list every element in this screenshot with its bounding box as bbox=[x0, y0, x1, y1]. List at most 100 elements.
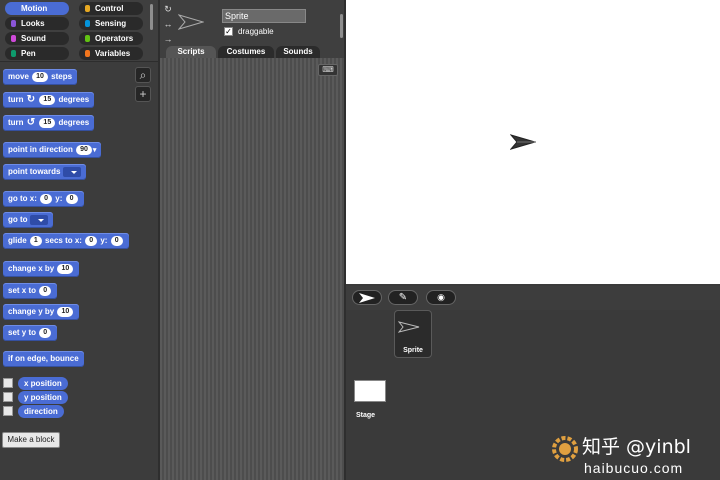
block-text: degrees bbox=[58, 118, 90, 128]
block-change-x[interactable]: change x by 10 bbox=[3, 261, 80, 277]
color-swatch bbox=[85, 20, 90, 27]
paint-new-sprite-button[interactable]: ✎ bbox=[388, 290, 418, 305]
reporter-x-position[interactable]: x position bbox=[18, 377, 68, 390]
direction-slot[interactable]: 90 bbox=[76, 144, 92, 155]
block-turn-right[interactable]: turn ↻ 15 degrees bbox=[3, 92, 95, 108]
category-pen[interactable]: Pen bbox=[5, 47, 69, 60]
sprite-name-field[interactable]: Sprite bbox=[222, 9, 306, 23]
category-looks[interactable]: Looks bbox=[5, 17, 69, 30]
watermark-url: haibucuo.com bbox=[584, 460, 684, 476]
number-slot[interactable]: 10 bbox=[32, 71, 48, 82]
scripting-area[interactable]: ⌨ bbox=[160, 58, 344, 480]
y-slot[interactable]: 0 bbox=[110, 235, 123, 246]
category-motion[interactable]: Motion bbox=[5, 2, 69, 15]
block-text: turn bbox=[8, 118, 24, 128]
block-text: y: bbox=[100, 236, 108, 245]
sprite-thumbnail-icon bbox=[178, 14, 204, 30]
category-scrollbar[interactable] bbox=[150, 4, 153, 30]
block-text: go to x: bbox=[8, 194, 37, 203]
make-a-block-button[interactable]: Make a block bbox=[2, 432, 60, 448]
block-move-steps[interactable]: move 10 steps bbox=[3, 69, 78, 85]
category-selector: Motion Control Looks Sensing Sound Opera… bbox=[0, 0, 158, 62]
block-go-to-xy[interactable]: go to x: 0 y: 0 bbox=[3, 191, 84, 207]
target-dropdown[interactable] bbox=[29, 214, 48, 225]
number-slot[interactable]: 15 bbox=[39, 118, 56, 128]
camera-sprite-button[interactable]: ◉ bbox=[426, 290, 456, 305]
block-text: change x by bbox=[8, 264, 55, 273]
tab-costumes[interactable]: Costumes bbox=[218, 46, 274, 58]
rotation-style-left-right-icon[interactable]: ↔ bbox=[163, 19, 173, 29]
color-swatch bbox=[85, 50, 90, 57]
block-text: steps bbox=[51, 72, 73, 81]
keyboard-icon[interactable]: ⌨ bbox=[318, 64, 338, 76]
category-operators[interactable]: Operators bbox=[79, 32, 143, 45]
stage-thumbnail[interactable] bbox=[354, 380, 386, 402]
reporter-direction[interactable]: direction bbox=[18, 405, 64, 418]
category-sound[interactable]: Sound bbox=[5, 32, 69, 45]
watch-toggle-y-position[interactable] bbox=[3, 392, 13, 402]
tab-sounds[interactable]: Sounds bbox=[276, 46, 320, 58]
watch-toggle-x-position[interactable] bbox=[3, 378, 13, 388]
block-turn-left[interactable]: turn ↺ 15 degrees bbox=[3, 115, 95, 131]
block-text: turn bbox=[8, 95, 24, 105]
color-swatch bbox=[11, 35, 16, 42]
block-point-towards[interactable]: point towards bbox=[3, 164, 86, 180]
number-slot[interactable]: 10 bbox=[57, 306, 74, 317]
category-sensing[interactable]: Sensing bbox=[79, 17, 143, 30]
header-scrollbar[interactable] bbox=[340, 14, 343, 38]
draggable-checkbox[interactable]: ✓ bbox=[224, 27, 233, 36]
block-text: if on edge, bounce bbox=[8, 354, 79, 363]
block-text: go to bbox=[8, 215, 28, 224]
block-glide[interactable]: glide 1 secs to x: 0 y: 0 bbox=[3, 233, 129, 249]
color-swatch bbox=[85, 35, 90, 42]
block-change-y[interactable]: change y by 10 bbox=[3, 304, 80, 320]
watch-toggle-direction[interactable] bbox=[3, 406, 13, 416]
chevron-down-icon[interactable]: ▾ bbox=[93, 147, 97, 154]
add-turtle-sprite-button[interactable] bbox=[352, 290, 382, 305]
block-set-y[interactable]: set y to 0 bbox=[3, 325, 58, 341]
number-slot[interactable]: 0 bbox=[39, 285, 52, 296]
y-slot[interactable]: 0 bbox=[65, 193, 78, 204]
category-control[interactable]: Control bbox=[79, 2, 143, 15]
x-slot[interactable]: 0 bbox=[40, 193, 53, 204]
category-label: Pen bbox=[21, 49, 36, 58]
block-text: change y by bbox=[8, 307, 55, 316]
block-text: set x to bbox=[8, 286, 37, 295]
number-slot[interactable]: 10 bbox=[57, 263, 74, 274]
block-if-on-edge-bounce[interactable]: if on edge, bounce bbox=[3, 351, 84, 367]
category-label: Operators bbox=[95, 34, 134, 43]
sprite-arrow-icon[interactable] bbox=[510, 134, 536, 150]
secs-slot[interactable]: 1 bbox=[29, 235, 42, 246]
reporter-y-position[interactable]: y position bbox=[18, 391, 68, 404]
block-text: glide bbox=[8, 236, 27, 245]
category-label: Motion bbox=[21, 4, 48, 13]
draggable-label: draggable bbox=[238, 27, 274, 36]
x-slot[interactable]: 0 bbox=[85, 235, 98, 246]
rotation-style-none-icon[interactable]: → bbox=[163, 34, 173, 44]
turtle-arrow-icon bbox=[359, 293, 375, 303]
stage-label: Stage bbox=[356, 412, 376, 419]
color-swatch bbox=[11, 5, 16, 12]
number-slot[interactable]: 15 bbox=[39, 95, 56, 105]
block-go-to[interactable]: go to bbox=[3, 212, 53, 228]
block-palette: Motion Control Looks Sensing Sound Opera… bbox=[0, 0, 158, 480]
block-text: move bbox=[8, 72, 29, 81]
rotation-style-can-rotate-icon[interactable]: ↻ bbox=[163, 4, 173, 14]
block-text: set y to bbox=[8, 328, 37, 337]
rotate-clockwise-icon: ↻ bbox=[26, 94, 36, 105]
paintbrush-icon: ✎ bbox=[398, 292, 408, 303]
block-text: secs to x: bbox=[45, 236, 82, 245]
category-variables[interactable]: Variables bbox=[79, 47, 143, 60]
target-dropdown[interactable] bbox=[62, 166, 81, 177]
search-icon[interactable]: ⌕ bbox=[135, 67, 151, 83]
corral-sprite-icon[interactable]: Sprite bbox=[394, 310, 432, 358]
block-set-x[interactable]: set x to 0 bbox=[3, 283, 58, 299]
category-label: Variables bbox=[95, 49, 131, 58]
number-slot[interactable]: 0 bbox=[39, 327, 52, 338]
block-point-in-direction[interactable]: point in direction 90 ▾ bbox=[3, 142, 102, 158]
block-text: point towards bbox=[8, 167, 61, 176]
category-label: Sound bbox=[21, 34, 46, 43]
plus-icon[interactable]: + bbox=[135, 86, 151, 102]
tab-scripts[interactable]: Scripts bbox=[166, 46, 216, 58]
stage[interactable] bbox=[346, 0, 720, 284]
